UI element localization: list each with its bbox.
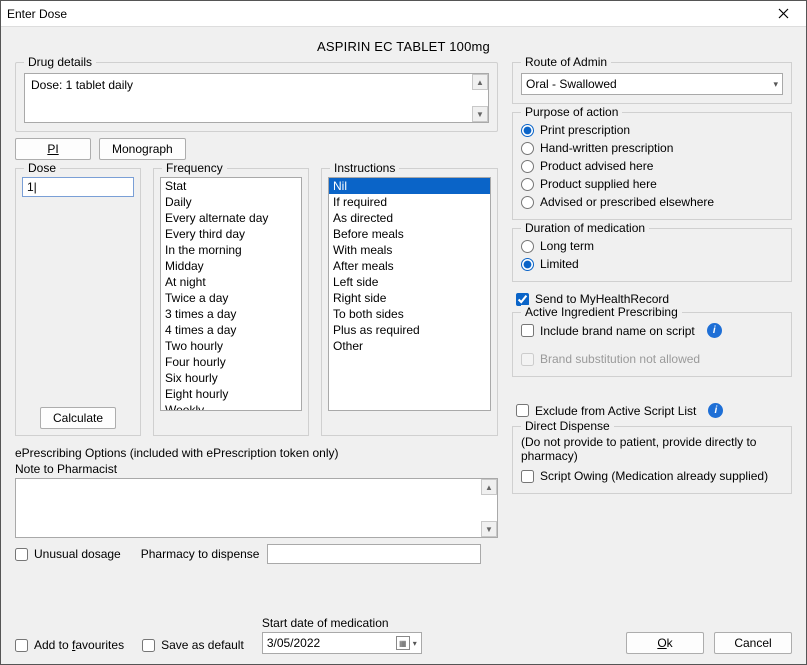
purpose-print-radio[interactable]: Print prescription — [521, 121, 783, 139]
dose-input[interactable] — [22, 177, 134, 197]
instructions-group: Instructions NilIf requiredAs directedBe… — [321, 168, 498, 436]
list-item[interactable]: Twice a day — [161, 290, 301, 306]
list-item[interactable]: Other — [329, 338, 490, 354]
list-item[interactable]: 3 times a day — [161, 306, 301, 322]
drug-details-group: Drug details Dose: 1 tablet daily ▲ ▼ — [15, 62, 498, 132]
unusual-dosage-checkbox[interactable]: Unusual dosage — [15, 545, 121, 563]
brand-sub-checkbox: Brand substitution not allowed — [521, 350, 783, 368]
close-icon — [778, 8, 789, 19]
list-item[interactable]: Right side — [329, 290, 490, 306]
exclude-asl-checkbox[interactable]: Exclude from Active Script List i — [516, 401, 792, 420]
list-item[interactable]: In the morning — [161, 242, 301, 258]
duration-group: Duration of medication Long term Limited — [512, 228, 792, 282]
list-item[interactable]: Every alternate day — [161, 210, 301, 226]
purpose-supplied-radio[interactable]: Product supplied here — [521, 175, 783, 193]
purpose-advised-radio[interactable]: Product advised here — [521, 157, 783, 175]
note-textarea[interactable]: ▲ ▼ — [15, 478, 498, 538]
aip-group: Active Ingredient Prescribing Include br… — [512, 312, 792, 377]
monograph-button[interactable]: Monograph — [99, 138, 186, 160]
add-favourites-checkbox[interactable]: Add to favourites — [15, 636, 124, 654]
save-default-checkbox[interactable]: Save as default — [142, 636, 244, 654]
list-item[interactable]: Weekly — [161, 402, 301, 411]
chevron-down-icon: ▾ — [413, 639, 417, 648]
purpose-group: Purpose of action Print prescription Han… — [512, 112, 792, 220]
include-brand-checkbox[interactable]: Include brand name on script i — [521, 321, 783, 340]
list-item[interactable]: Stat — [161, 178, 301, 194]
script-owing-checkbox[interactable]: Script Owing (Medication already supplie… — [521, 467, 783, 485]
list-item[interactable]: Eight hourly — [161, 386, 301, 402]
scroll-down-icon[interactable]: ▼ — [481, 521, 497, 537]
list-item[interactable]: As directed — [329, 210, 490, 226]
info-icon[interactable]: i — [708, 403, 723, 418]
close-button[interactable] — [766, 1, 800, 27]
list-item[interactable]: Daily — [161, 194, 301, 210]
list-item[interactable]: 4 times a day — [161, 322, 301, 338]
ok-button[interactable]: Ok — [626, 632, 704, 654]
pharmacy-input[interactable] — [267, 544, 481, 564]
route-group: Route of Admin Oral - Swallowed ▾ — [512, 62, 792, 104]
list-item[interactable]: Plus as required — [329, 322, 490, 338]
cancel-button[interactable]: Cancel — [714, 632, 792, 654]
list-item[interactable]: If required — [329, 194, 490, 210]
list-item[interactable]: At night — [161, 274, 301, 290]
route-combo[interactable]: Oral - Swallowed ▾ — [521, 73, 783, 95]
drug-details-legend: Drug details — [24, 55, 96, 69]
drug-name: ASPIRIN EC TABLET 100mg — [15, 35, 792, 62]
note-label: Note to Pharmacist — [15, 462, 498, 476]
window-title: Enter Dose — [7, 7, 67, 21]
duration-limited-radio[interactable]: Limited — [521, 255, 783, 273]
pharmacy-label: Pharmacy to dispense — [141, 547, 260, 561]
frequency-group: Frequency StatDailyEvery alternate dayEv… — [153, 168, 309, 436]
list-item[interactable]: Every third day — [161, 226, 301, 242]
list-item[interactable]: Midday — [161, 258, 301, 274]
purpose-elsewhere-radio[interactable]: Advised or prescribed elsewhere — [521, 193, 783, 211]
list-item[interactable]: Four hourly — [161, 354, 301, 370]
direct-dispense-group: Direct Dispense (Do not provide to patie… — [512, 426, 792, 494]
duration-long-radio[interactable]: Long term — [521, 237, 783, 255]
list-item[interactable]: To both sides — [329, 306, 490, 322]
calendar-icon: ▦ — [396, 636, 410, 650]
instructions-listbox[interactable]: NilIf requiredAs directedBefore mealsWit… — [328, 177, 491, 411]
list-item[interactable]: With meals — [329, 242, 490, 258]
start-date-label: Start date of medication — [262, 616, 422, 630]
list-item[interactable]: Two hourly — [161, 338, 301, 354]
list-item[interactable]: Before meals — [329, 226, 490, 242]
eprescribing-heading: ePrescribing Options (included with ePre… — [15, 446, 498, 460]
scroll-up-icon[interactable]: ▲ — [481, 479, 497, 495]
list-item[interactable]: Six hourly — [161, 370, 301, 386]
list-item[interactable]: After meals — [329, 258, 490, 274]
list-item[interactable]: Nil — [329, 178, 490, 194]
pi-button[interactable]: PI — [15, 138, 91, 160]
frequency-listbox[interactable]: StatDailyEvery alternate dayEvery third … — [160, 177, 302, 411]
scroll-down-icon[interactable]: ▼ — [472, 106, 488, 122]
titlebar: Enter Dose — [1, 1, 806, 27]
scroll-up-icon[interactable]: ▲ — [472, 74, 488, 90]
calculate-button[interactable]: Calculate — [40, 407, 116, 429]
purpose-hand-radio[interactable]: Hand-written prescription — [521, 139, 783, 157]
dose-group: Dose Calculate — [15, 168, 141, 436]
start-date-picker[interactable]: 3/05/2022 ▦ ▾ — [262, 632, 422, 654]
drug-details-text: Dose: 1 tablet daily ▲ ▼ — [24, 73, 489, 123]
list-item[interactable]: Left side — [329, 274, 490, 290]
chevron-down-icon: ▾ — [773, 79, 778, 90]
info-icon[interactable]: i — [707, 323, 722, 338]
